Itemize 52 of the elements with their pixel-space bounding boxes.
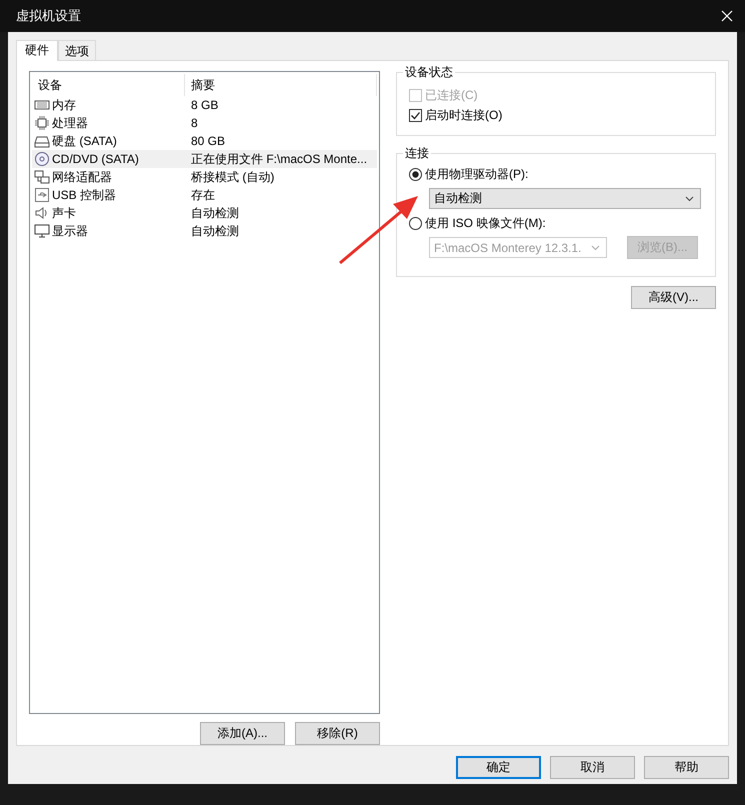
advanced-button[interactable]: 高级(V)... — [631, 286, 716, 309]
column-header[interactable]: 设备 — [32, 74, 185, 96]
device-summary: 8 — [190, 116, 199, 130]
usb-icon — [34, 187, 50, 203]
chevron-down-icon — [591, 244, 600, 250]
device-name: 显示器 — [52, 222, 88, 240]
device-name: 内存 — [52, 96, 76, 114]
device-name: 处理器 — [52, 114, 88, 132]
help-button[interactable]: 帮助 — [644, 756, 729, 779]
device-row[interactable]: 网络适配器 桥接模式 (自动) — [32, 168, 377, 186]
close-icon[interactable] — [721, 10, 733, 22]
tab[interactable]: 选项 — [58, 40, 96, 60]
checkbox-label[interactable]: 启动时连接(O) — [425, 106, 502, 124]
device-row[interactable]: 硬盘 (SATA) 80 GB — [32, 132, 377, 150]
device-name: 声卡 — [52, 204, 76, 222]
device-summary: 桥接模式 (自动) — [190, 168, 276, 186]
checkbox[interactable] — [409, 108, 422, 122]
device-summary: 存在 — [190, 186, 216, 204]
device-summary: 自动检测 — [190, 222, 240, 240]
radio-button[interactable] — [409, 168, 422, 180]
device-name: USB 控制器 — [52, 186, 116, 204]
add-button[interactable]: 添加(A)... — [200, 722, 285, 745]
device-summary: 80 GB — [190, 134, 226, 148]
device-summary: 正在使用文件 F:\macOS Monte... — [190, 150, 368, 168]
network-icon — [34, 169, 50, 185]
device-row[interactable]: 内存 8 GB — [32, 96, 377, 114]
group-title: 连接 — [404, 145, 430, 162]
device-row[interactable]: 声卡 自动检测 — [32, 204, 377, 222]
column-header[interactable]: 摘要 — [185, 74, 377, 96]
device-name: 硬盘 (SATA) — [52, 132, 117, 150]
ok-button[interactable]: 确定 — [456, 756, 541, 779]
device-name: 网络适配器 — [52, 168, 112, 186]
tab[interactable]: 硬件 — [16, 40, 58, 61]
device-summary: 8 GB — [190, 98, 220, 112]
window-title: 虚拟机设置 — [16, 7, 81, 25]
chip-icon — [34, 115, 50, 131]
device-name: CD/DVD (SATA) — [52, 152, 139, 166]
device-row[interactable]: 处理器 8 — [32, 114, 377, 132]
radio-button[interactable] — [409, 216, 422, 230]
cancel-button[interactable]: 取消 — [550, 756, 635, 779]
remove-button[interactable]: 移除(R) — [295, 722, 380, 745]
radio-label[interactable]: 使用物理驱动器(P): — [425, 166, 528, 182]
device-row[interactable]: USB 控制器 存在 — [32, 186, 377, 204]
selected-row[interactable]: CD/DVD (SATA) 正在使用文件 F:\macOS Monte... — [32, 150, 377, 168]
chevron-down-icon — [685, 196, 694, 202]
dropdown[interactable]: 自动检测 — [429, 188, 701, 209]
device-summary: 自动检测 — [190, 204, 240, 222]
monitor-icon — [34, 223, 50, 239]
device-row[interactable]: 显示器 自动检测 — [32, 222, 377, 240]
radio-label[interactable]: 使用 ISO 映像文件(M): — [425, 214, 546, 232]
disc-icon — [34, 151, 50, 167]
group-title: 设备状态 — [404, 64, 454, 81]
